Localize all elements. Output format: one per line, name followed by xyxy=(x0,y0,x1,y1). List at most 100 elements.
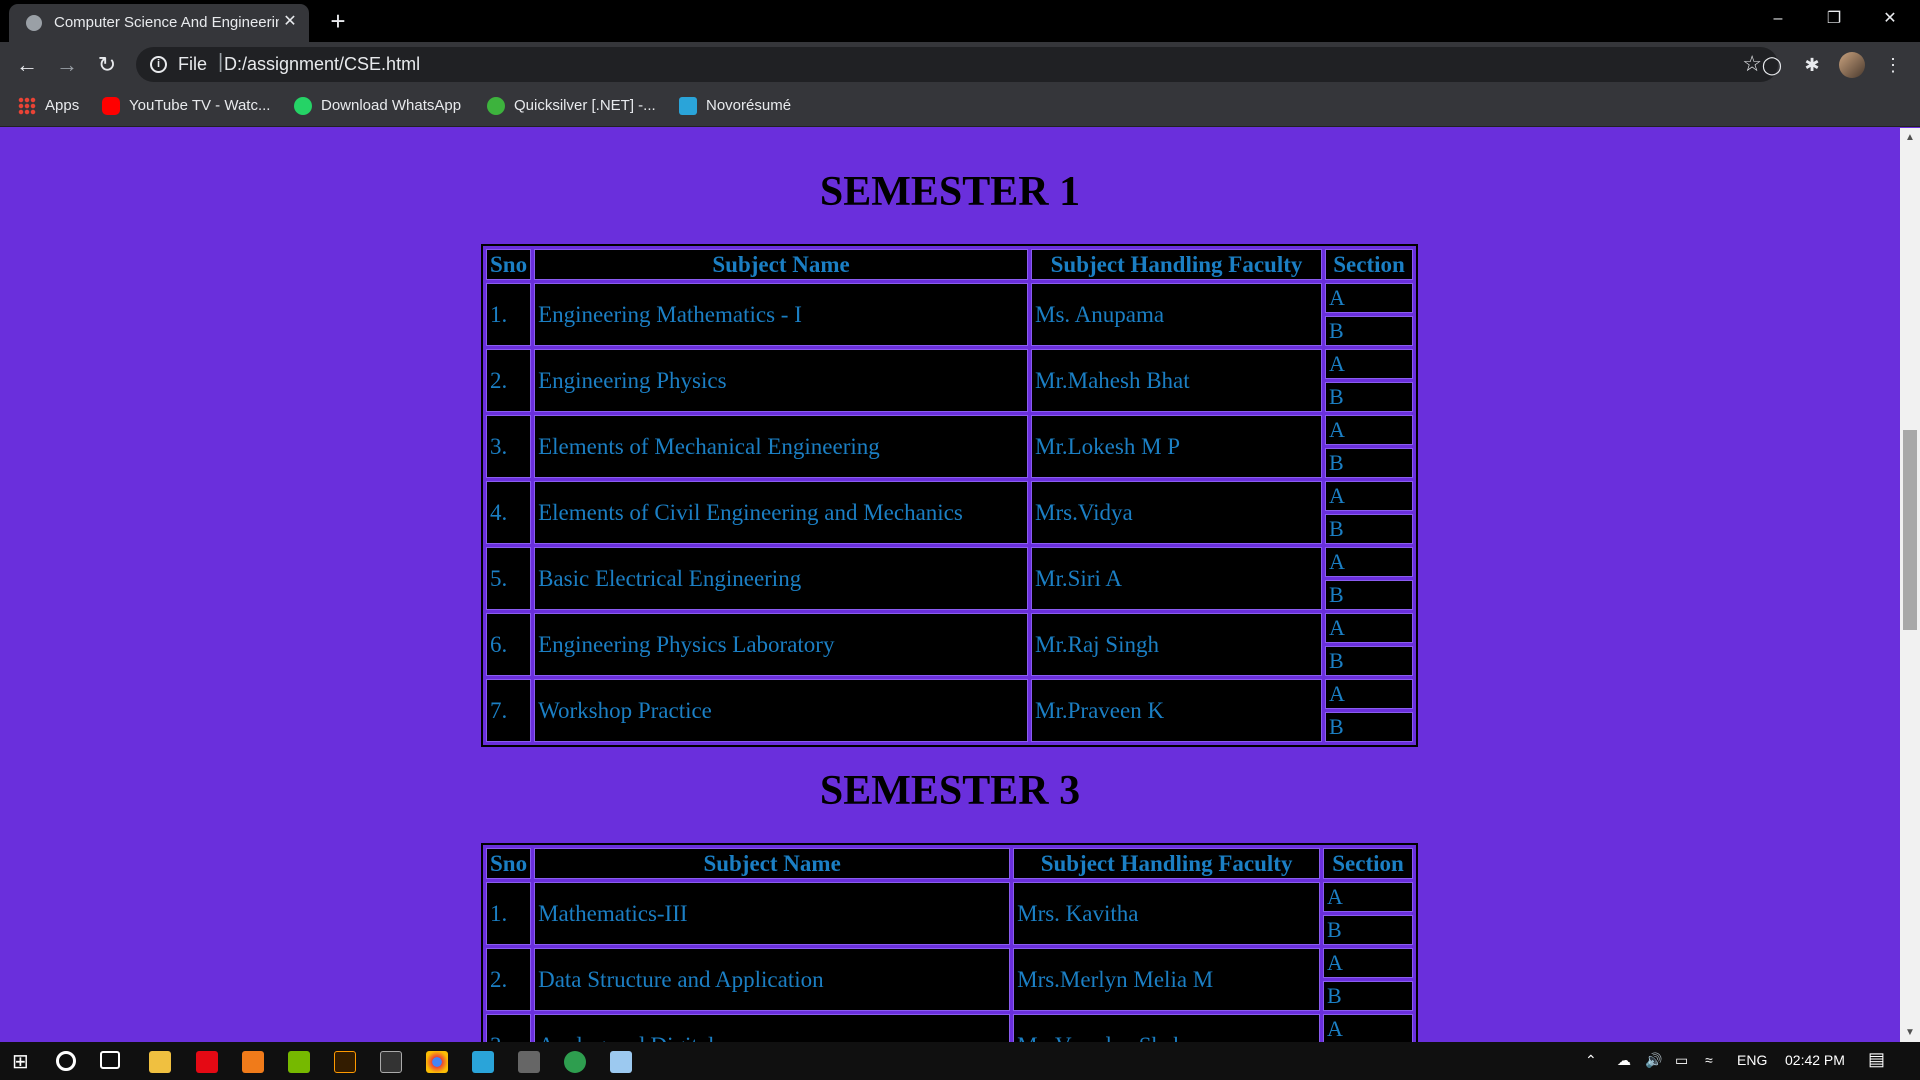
table-row: 3.Analog and DigitalMr. Vasudev Shahapur… xyxy=(486,1014,1413,1042)
semester-3-table: Sno Subject Name Subject Handling Faculty S… xyxy=(481,843,1418,1042)
language-indicator[interactable]: ENG xyxy=(1737,1052,1767,1068)
cell-faculty: Mr.Mahesh Bhat xyxy=(1031,349,1323,412)
close-tab-icon[interactable]: ✕ xyxy=(279,11,301,33)
site-info-icon[interactable]: i xyxy=(150,56,167,73)
cell-section: B xyxy=(1323,981,1413,1011)
cell-section: B xyxy=(1325,712,1413,742)
close-window-button[interactable]: ✕ xyxy=(1862,0,1918,38)
cell-sno: 3. xyxy=(486,1014,532,1042)
table-header-row: Sno Subject Name Subject Handling Faculty S… xyxy=(486,848,1413,879)
column-header-sno: Sno xyxy=(486,848,532,879)
tray-overflow-icon[interactable]: ⌃ xyxy=(1585,1052,1597,1069)
profile-avatar[interactable] xyxy=(1839,52,1865,78)
bookmark-novoresume[interactable]: Novorésumé xyxy=(679,97,791,117)
cell-sno: 1. xyxy=(486,882,532,945)
puzzle-extensions-icon[interactable]: ✱ xyxy=(1799,52,1825,78)
semester-3-heading: SEMESTER 3 xyxy=(819,768,1081,814)
url-text[interactable]: D:/assignment/CSE.html xyxy=(224,54,420,75)
cell-subject: Elements of Civil Engineering and Mechan… xyxy=(534,481,1029,544)
cell-sno: 6. xyxy=(486,613,532,676)
battery-icon[interactable]: ▭ xyxy=(1675,1052,1688,1069)
notepad-icon[interactable] xyxy=(610,1051,632,1073)
bookmark-quicksilver[interactable]: Quicksilver [.NET] -... xyxy=(487,97,656,117)
page-scrollbar[interactable]: ▲ ▼ xyxy=(1900,128,1920,1042)
cell-section: A xyxy=(1325,613,1413,643)
youtube-icon xyxy=(102,97,120,116)
table-row: 1. Engineering Mathematics - I Ms. Anupama… xyxy=(486,283,1413,346)
illustrator-icon[interactable] xyxy=(334,1051,356,1073)
cell-faculty: Mr.Lokesh M P xyxy=(1031,415,1323,478)
cell-section: B xyxy=(1325,646,1413,676)
page-favicon-icon xyxy=(26,15,42,31)
extension-icon[interactable]: ◯ xyxy=(1759,52,1785,78)
cell-section: B xyxy=(1325,382,1413,412)
frog-app-icon[interactable] xyxy=(564,1051,586,1073)
cell-section: A xyxy=(1325,679,1413,709)
column-header-section: Section xyxy=(1323,848,1413,879)
search-icon[interactable] xyxy=(56,1051,76,1071)
cell-subject: Engineering Physics xyxy=(534,349,1029,412)
cell-faculty: Mr.Raj Singh xyxy=(1031,613,1323,676)
scroll-down-icon[interactable]: ▼ xyxy=(1905,1027,1915,1038)
restore-button[interactable]: ❐ xyxy=(1806,0,1862,38)
column-header-faculty: Subject Handling Faculty xyxy=(1031,249,1323,280)
windows-taskbar: ⊞ ⌃ ☁ 🔊 ▭ ≈ ENG 02:42 PM ▤ xyxy=(0,1042,1920,1080)
video-editor-icon[interactable] xyxy=(518,1051,540,1073)
windows-start-icon[interactable]: ⊞ xyxy=(12,1051,34,1073)
column-header-subject: Subject Name xyxy=(534,848,1011,879)
clock[interactable]: 02:42 PM xyxy=(1785,1052,1845,1068)
cell-section: A xyxy=(1323,882,1413,912)
file-explorer-icon[interactable] xyxy=(149,1051,171,1073)
minimize-button[interactable]: – xyxy=(1750,0,1806,38)
messenger-icon[interactable] xyxy=(472,1051,494,1073)
browser-tab[interactable]: Computer Science And Engineering ✕ xyxy=(9,4,309,42)
page-viewport: SEMESTER 1 Sno Subject Name Subject Handli… xyxy=(0,128,1900,1042)
cell-faculty: Mrs.Vidya xyxy=(1031,481,1323,544)
table-row: 3. Elements of Mechanical Engineering Mr.L… xyxy=(486,415,1413,478)
forward-arrow-icon[interactable]: → xyxy=(52,50,82,80)
cell-faculty: Mr.Praveen K xyxy=(1031,679,1323,742)
new-tab-button[interactable]: + xyxy=(323,6,353,36)
volume-icon[interactable]: 🔊 xyxy=(1645,1052,1662,1069)
wifi-icon[interactable]: ≈ xyxy=(1705,1052,1713,1068)
table-row: 7. Workshop Practice Mr.Praveen KA xyxy=(486,679,1413,742)
notifications-icon[interactable]: ▤ xyxy=(1868,1049,1885,1070)
cell-sno: 1. xyxy=(486,283,532,346)
cell-section: B xyxy=(1325,514,1413,544)
cell-section: A xyxy=(1325,283,1413,313)
url-separator: | xyxy=(218,51,224,73)
cell-faculty: Ms. Anupama xyxy=(1031,283,1323,346)
table-row: 2. Engineering Physics Mr.Mahesh Bhat A xyxy=(486,349,1413,412)
cell-section: B xyxy=(1323,915,1413,945)
cell-subject: Engineering Physics Laboratory xyxy=(534,613,1029,676)
terminal-icon[interactable] xyxy=(380,1051,402,1073)
column-header-faculty: Subject Handling Faculty xyxy=(1013,848,1321,879)
back-arrow-icon[interactable]: ← xyxy=(12,50,42,80)
cell-sno: 7. xyxy=(486,679,532,742)
cell-faculty: Mrs.Merlyn Melia M xyxy=(1013,948,1321,1011)
cell-subject: Basic Electrical Engineering xyxy=(534,547,1029,610)
nvidia-icon[interactable] xyxy=(288,1051,310,1073)
task-view-icon[interactable] xyxy=(100,1051,120,1069)
cell-sno: 3. xyxy=(486,415,532,478)
table-row: 1. Mathematics-III Mrs. Kavitha A xyxy=(486,882,1413,945)
reload-icon[interactable]: ↻ xyxy=(92,50,122,80)
chrome-icon[interactable] xyxy=(426,1051,448,1073)
browser-toolbar: ← → ↻ i File | D:/assignment/CSE.html ☆ … xyxy=(0,42,1920,87)
netflix-icon[interactable] xyxy=(196,1051,218,1073)
scrollbar-thumb[interactable] xyxy=(1903,430,1917,630)
column-header-section: Section xyxy=(1325,249,1413,280)
bookmark-youtube-tv[interactable]: YouTube TV - Watc... xyxy=(102,97,270,117)
cell-section: B xyxy=(1325,316,1413,346)
cell-subject: Data Structure and Application xyxy=(534,948,1011,1011)
bookmark-apps[interactable]: Apps xyxy=(18,97,79,117)
cell-subject: Elements of Mechanical Engineering xyxy=(534,415,1029,478)
address-bar[interactable]: i File | D:/assignment/CSE.html ☆ xyxy=(136,47,1778,82)
cell-faculty: Mr.Siri A xyxy=(1031,547,1323,610)
scroll-up-icon[interactable]: ▲ xyxy=(1905,132,1915,143)
onedrive-icon[interactable]: ☁ xyxy=(1617,1052,1631,1069)
bookmark-whatsapp[interactable]: Download WhatsApp xyxy=(294,97,461,117)
cell-section: B xyxy=(1325,580,1413,610)
more-menu-icon[interactable]: ⋮ xyxy=(1880,52,1906,78)
xampp-icon[interactable] xyxy=(242,1051,264,1073)
